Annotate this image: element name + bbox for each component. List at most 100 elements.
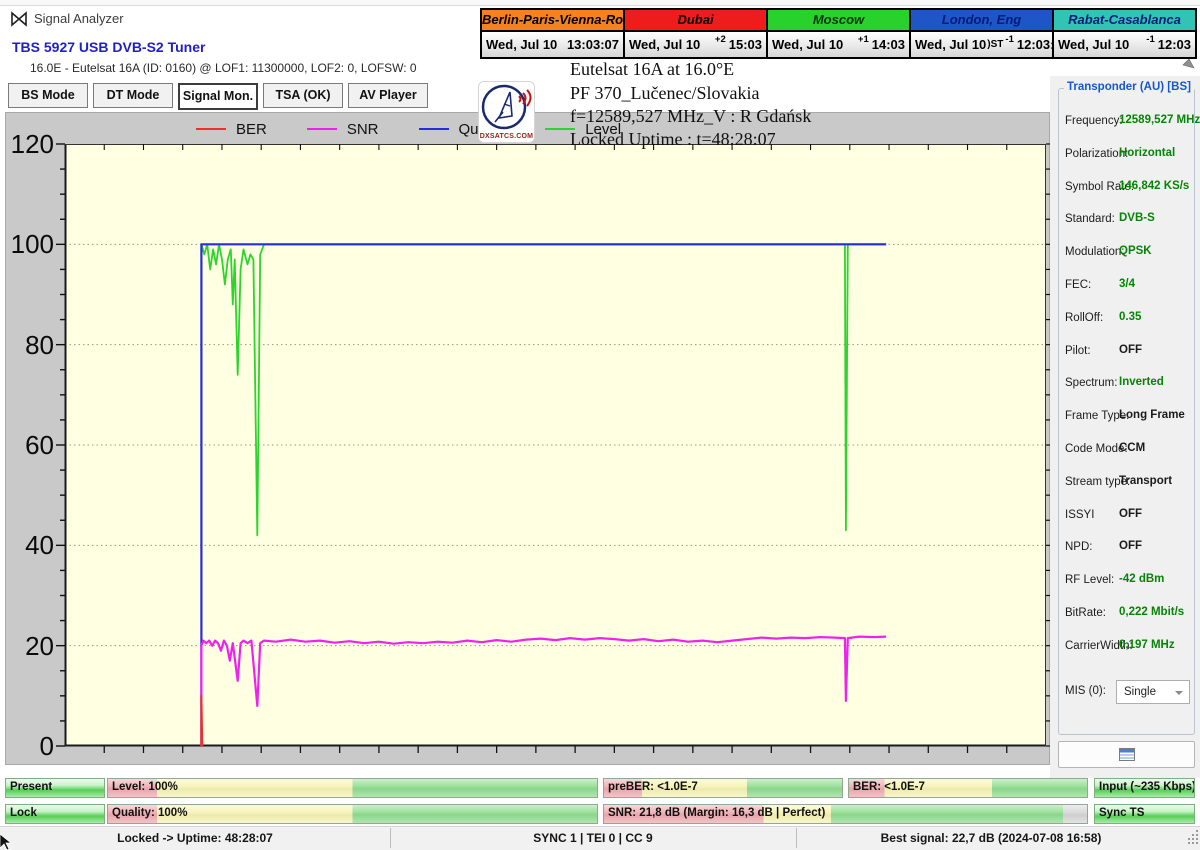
tp-row-frame-type: Frame Type: Long Frame xyxy=(1058,401,1195,434)
tp-row-rf-level: RF Level: -42 dBm xyxy=(1058,565,1195,598)
tp-value: 0,197 MHz xyxy=(1119,638,1175,651)
satellite-dish-icon xyxy=(481,84,532,130)
clock-dubai: Dubai Wed, Jul 10 +2 15:03 xyxy=(625,10,766,57)
tp-row-standard: Standard: DVB-S xyxy=(1058,204,1195,237)
tp-value: QPSK xyxy=(1119,245,1152,258)
tp-row-polarization: Polarization: Horizontal xyxy=(1058,139,1195,172)
tp-value: Horizontal xyxy=(1119,146,1176,159)
signal-analyzer-icon xyxy=(11,11,27,27)
clock-time: 13:03:07 xyxy=(566,37,619,52)
tp-label: ISSYI xyxy=(1065,508,1095,521)
transponder-title: Transponder (AU) [BS] xyxy=(1064,81,1194,93)
status-divider xyxy=(796,828,797,848)
tp-value: 3/4 xyxy=(1119,277,1135,290)
lock-indicator: Lock xyxy=(5,804,105,824)
quality-bar: Quality: 100% xyxy=(107,804,598,824)
clock-time-row: Wed, Jul 10)ST -1 12:03:07 xyxy=(911,30,1069,57)
clock-time-row: Wed, Jul 10 +2 15:03 xyxy=(625,30,766,57)
chart-legend: BERSNRQualityLevel xyxy=(196,120,621,138)
y-tick-80: 80 xyxy=(25,329,54,360)
tp-row-code-mode: Code Mode: CCM xyxy=(1058,434,1195,467)
overlay-station: PF 370_Lučenec/Slovakia xyxy=(570,83,760,103)
clock-berlin-paris-vienna-roma: Berlin-Paris-Vienna-Roma Wed, Jul 10 13:03… xyxy=(482,10,623,57)
tab-tsa-ok[interactable]: TSA (OK) xyxy=(263,83,343,108)
tp-label: Standard: xyxy=(1065,213,1115,226)
mouse-cursor-small xyxy=(1182,58,1195,69)
tp-row-carrierwidth: CarrierWidth: 0,197 MHz xyxy=(1058,631,1195,664)
tp-row-rolloff: RollOff: 0.35 xyxy=(1058,303,1195,336)
clock-city-label: Dubai xyxy=(625,10,766,30)
tp-value: CCM xyxy=(1119,441,1146,454)
world-clocks-panel: Berlin-Paris-Vienna-Roma Wed, Jul 10 13:03… xyxy=(480,8,1197,59)
tp-value: -42 dBm xyxy=(1119,573,1165,586)
clock-date: Wed, Jul 10 xyxy=(486,37,558,52)
level-bar: Level: 100% xyxy=(107,778,598,798)
transponder-rows: Frequency: 12589,527 MHz Polarization: Hori… xyxy=(1058,106,1200,718)
status-sync: SYNC 1 | TEI 0 | CC 9 xyxy=(533,831,653,845)
clock-date: Wed, Jul 10 xyxy=(629,37,701,52)
tp-label: RollOff: xyxy=(1065,311,1104,324)
tp-label: Modulation: xyxy=(1065,246,1125,259)
overlay-frequency: f=12589,527 MHz_V : R Gdańsk xyxy=(570,106,812,126)
input-indicator: Input (~235 Kbps) xyxy=(1094,778,1195,798)
tp-row-fec: FEC: 3/4 xyxy=(1058,270,1195,303)
preber-bar: preBER: <1.0E-7 xyxy=(603,778,843,798)
clock-offset-sup: -1 xyxy=(1146,34,1155,45)
tuner-title: TBS 5927 USB DVB-S2 Tuner xyxy=(12,39,206,55)
tab-av-player[interactable]: AV Player xyxy=(348,83,428,108)
tuner-subtitle: 16.0E - Eutelsat 16A (ID: 0160) @ LOF1: … xyxy=(30,61,417,75)
series-quality xyxy=(200,243,887,746)
tp-label: RF Level: xyxy=(1065,574,1115,587)
app-window: Signal Analyzer TBS 5927 USB DVB-S2 Tune… xyxy=(0,0,1200,850)
transponder-list-button[interactable] xyxy=(1058,741,1195,768)
tp-value: Transport xyxy=(1119,474,1173,487)
clock-time-row: Wed, Jul 10 +1 14:03 xyxy=(768,30,909,57)
legend-line-quality xyxy=(418,128,449,130)
tp-label: Pilot: xyxy=(1065,344,1091,357)
list-icon xyxy=(1118,748,1135,761)
clock-city-label: London, Eng xyxy=(911,10,1052,30)
y-tick-20: 20 xyxy=(25,630,54,661)
series-snr xyxy=(200,635,887,746)
tp-label: Frequency: xyxy=(1065,115,1123,127)
mis-dropdown[interactable]: Single xyxy=(1116,679,1190,704)
status-uptime: Locked -> Uptime: 48:28:07 xyxy=(117,831,273,845)
tp-value: OFF xyxy=(1119,540,1142,553)
legend-line-ber xyxy=(196,128,226,130)
y-tick-100: 100 xyxy=(10,229,54,260)
tab-bs-mode[interactable]: BS Mode xyxy=(8,83,88,108)
clock-city-label: Rabat-Casablanca xyxy=(1054,10,1195,30)
dxsatcs-logo-text: DXSATCS.COM xyxy=(479,133,534,140)
tp-value: OFF xyxy=(1119,507,1142,520)
legend-label: SNR xyxy=(346,120,379,138)
legend-item-snr: SNR xyxy=(306,120,379,138)
snr-bar: SNR: 21,8 dB (Margin: 16,3 dB | Perfect) xyxy=(603,804,1088,824)
clock-time: 12:03 xyxy=(1157,37,1191,52)
clock-date: Wed, Jul 10 xyxy=(772,37,844,52)
tp-label: BitRate: xyxy=(1065,606,1106,619)
clock-time: 14:03 xyxy=(871,37,905,52)
overlay-satellite: Eutelsat 16A at 16.0°E xyxy=(570,59,735,79)
resize-grip[interactable] xyxy=(1188,838,1190,840)
clock-london-eng: London, Eng Wed, Jul 10)ST -1 12:03:07 xyxy=(911,10,1069,57)
status-best-signal: Best signal: 22,7 dB (2024-07-08 16:58) xyxy=(880,831,1102,845)
sync-ts-indicator: Sync TS xyxy=(1094,804,1195,824)
tab-signal-mon[interactable]: Signal Mon. xyxy=(178,83,258,110)
overlay-uptime: Locked Uptime : t=48:28:07 xyxy=(570,129,776,149)
y-tick-120: 120 xyxy=(10,129,54,159)
tp-row-pilot: Pilot: OFF xyxy=(1058,336,1195,369)
window-title: Signal Analyzer xyxy=(34,11,124,26)
tp-label: Spectrum: xyxy=(1065,377,1118,390)
present-indicator: Present xyxy=(5,778,105,798)
y-tick-0: 0 xyxy=(39,731,54,761)
legend-line-snr xyxy=(306,128,337,130)
tp-row-npd: NPD: OFF xyxy=(1058,532,1195,565)
tab-dt-mode[interactable]: DT Mode xyxy=(93,83,173,108)
legend-label: BER xyxy=(236,120,267,138)
clock-time: 15:03 xyxy=(728,37,762,52)
clock-city-label: Moscow xyxy=(768,10,909,30)
tp-row-bitrate: BitRate: 0,222 Mbit/s xyxy=(1058,598,1195,631)
clock-time-row: Wed, Jul 10 13:03:07 xyxy=(482,30,623,57)
clock-offset-sup: -1 xyxy=(1005,34,1014,45)
chevron-down-icon xyxy=(1175,690,1183,695)
